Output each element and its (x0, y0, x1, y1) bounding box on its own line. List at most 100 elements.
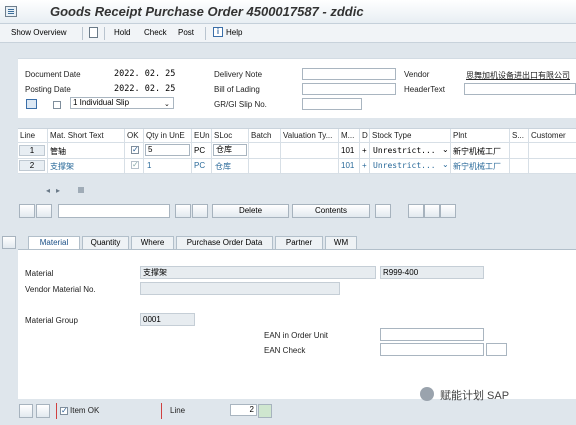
column-header[interactable]: Mat. Short Text (50, 131, 104, 140)
scroll-thumb[interactable] (78, 187, 84, 193)
column-header[interactable]: Valuation Ty... (283, 131, 332, 140)
item-ok-label: Item OK (70, 406, 100, 415)
tab-where[interactable]: Where (131, 236, 174, 249)
quantity-cell[interactable]: 1 (147, 161, 151, 170)
column-header[interactable]: Customer (531, 131, 566, 140)
material-number-field: R999-400 (380, 266, 484, 279)
material-group-field: 0001 (140, 313, 195, 326)
chevron-down-icon[interactable]: ⌄ (442, 145, 449, 154)
posting-date-field[interactable]: 2022. 02. 25 (114, 84, 175, 94)
scroll-right-icon[interactable]: ▸ (56, 186, 60, 195)
detail-tabs: Material Quantity Where Purchase Order D… (18, 236, 576, 249)
debit-credit-cell: + (362, 161, 367, 170)
document-date-field[interactable]: 2022. 02. 25 (114, 69, 175, 79)
column-header[interactable]: OK (127, 131, 139, 140)
header-text-field[interactable] (464, 83, 576, 95)
posting-date-label: Posting Date (25, 85, 71, 94)
tab-wm[interactable]: WM (325, 236, 357, 249)
tab-purchase-order-data[interactable]: Purchase Order Data (176, 236, 273, 249)
column-header[interactable]: Stock Type (372, 131, 411, 140)
contents-button[interactable]: Contents (292, 204, 370, 218)
tab-partner[interactable]: Partner (275, 236, 323, 249)
vendor-material-label: Vendor Material No. (25, 285, 96, 294)
ok-checkbox[interactable]: ✓ (131, 161, 139, 169)
help-button[interactable]: Help (226, 28, 242, 37)
previous-item-icon[interactable] (19, 404, 33, 418)
column-divider (338, 129, 339, 174)
tab-quantity[interactable]: Quantity (82, 236, 129, 249)
copy-icon[interactable] (408, 204, 424, 218)
hold-button[interactable]: Hold (114, 28, 130, 37)
new-document-icon[interactable] (89, 27, 98, 38)
unit-cell: PC (194, 161, 206, 170)
delete-button[interactable]: Delete (212, 204, 289, 218)
ean-order-unit-field[interactable] (380, 328, 484, 341)
column-header[interactable]: EUn (194, 131, 210, 140)
transfer-icon[interactable] (440, 204, 456, 218)
info-icon[interactable]: i (213, 27, 223, 37)
gr-gi-slip-label: GR/GI Slip No. (214, 100, 267, 109)
column-header[interactable]: Line (20, 131, 35, 140)
column-header[interactable]: Plnt (453, 131, 467, 140)
collapse-detail-icon[interactable] (2, 236, 16, 249)
stock-type-cell[interactable]: Unrestrict... (373, 161, 436, 170)
filter-icon[interactable] (36, 204, 52, 218)
column-header[interactable]: Batch (251, 131, 271, 140)
application-toolbar: Show Overview Hold Check Post i Help (0, 24, 576, 43)
menu-icon[interactable] (5, 6, 17, 17)
column-divider (191, 129, 192, 174)
row-selector[interactable]: 1 (19, 145, 45, 156)
column-divider (359, 129, 360, 174)
row-selector[interactable]: 2 (19, 160, 45, 171)
gr-gi-slip-field[interactable] (302, 98, 362, 110)
bill-of-lading-field[interactable] (302, 83, 396, 95)
storage-location-field[interactable]: 仓库 (213, 144, 247, 156)
post-button[interactable]: Post (178, 28, 194, 37)
column-divider (143, 129, 144, 174)
find-next-icon[interactable] (192, 204, 208, 218)
delivery-note-field[interactable] (302, 68, 396, 80)
storage-location-cell[interactable]: 仓库 (215, 161, 231, 172)
quantity-field[interactable]: 5 (145, 144, 190, 156)
delivery-note-label: Delivery Note (214, 70, 263, 79)
material-detail-panel: Material 支撑架 R999-400 Vendor Material No… (18, 249, 576, 399)
print-icon[interactable] (26, 99, 37, 109)
column-divider (124, 129, 125, 174)
ean-check-label: EAN Check (264, 346, 306, 355)
column-divider (528, 129, 529, 174)
go-to-line-icon[interactable] (258, 404, 272, 418)
bill-of-lading-label: Bill of Lading (214, 85, 260, 94)
item-ok-checkbox[interactable]: ✓ (60, 407, 68, 415)
column-header[interactable]: S... (512, 131, 524, 140)
column-header[interactable]: SLoc (214, 131, 232, 140)
column-header[interactable]: M... (341, 131, 354, 140)
header-text-label: HeaderText (404, 85, 445, 94)
show-overview-button[interactable]: Show Overview (11, 28, 67, 37)
find-icon[interactable] (175, 204, 191, 218)
search-field[interactable] (58, 204, 170, 218)
chevron-down-icon[interactable]: ⌄ (442, 160, 449, 169)
next-item-icon[interactable] (36, 404, 50, 418)
column-header[interactable]: Qty in UnE (146, 131, 185, 140)
column-header[interactable]: D (362, 131, 368, 140)
chevron-down-icon: ⌄ (164, 101, 170, 108)
column-divider (47, 129, 48, 174)
paste-icon[interactable] (424, 204, 440, 218)
slip-type-select[interactable]: 1 Individual Slip (70, 97, 174, 109)
row-divider (18, 158, 576, 159)
ean-check-unit-field[interactable] (486, 343, 507, 356)
settings-icon[interactable] (375, 204, 391, 218)
ok-checkbox[interactable]: ✓ (131, 146, 139, 154)
check-button[interactable]: Check (144, 28, 167, 37)
plant-cell: 新宁机械工厂 (453, 147, 501, 156)
tab-material[interactable]: Material (28, 236, 80, 249)
column-divider (450, 129, 451, 174)
print-checkbox[interactable] (53, 101, 61, 109)
scroll-left-icon[interactable]: ◂ (46, 186, 50, 195)
material-label: Material (25, 269, 54, 278)
line-number-field[interactable]: 2 (230, 404, 257, 416)
stock-type-cell[interactable]: Unrestrict... (373, 146, 436, 155)
column-divider (509, 129, 510, 174)
expand-icon[interactable] (19, 204, 35, 218)
ean-check-field[interactable] (380, 343, 484, 356)
